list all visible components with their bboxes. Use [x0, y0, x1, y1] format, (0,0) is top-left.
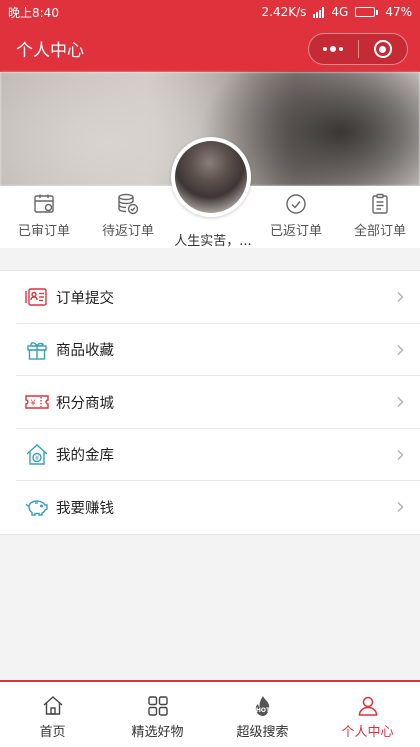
svg-text:¥: ¥	[35, 455, 39, 462]
menu-item-label: 订单提交	[56, 290, 114, 307]
clipboard-icon	[372, 193, 388, 214]
grid-icon	[147, 696, 168, 716]
coin-stack-icon	[118, 193, 139, 215]
battery-percent: 47%	[385, 5, 412, 19]
svg-text:¥: ¥	[30, 399, 35, 408]
status-bar: 晚上8:40 2.42K/s 4G 47%	[0, 0, 420, 24]
order-shortcut-all[interactable]: 全部订单	[338, 192, 420, 239]
id-card-icon	[25, 288, 47, 306]
menu-list: 订单提交 商品收藏 ¥ 积分商城 ¥ 我的金库 我要赚钱	[0, 270, 420, 535]
tab-profile[interactable]: 个人中心	[315, 682, 420, 747]
vault-house-icon: ¥	[26, 443, 48, 465]
network-speed: 2.42K/s	[261, 5, 307, 19]
tab-label: 首页	[39, 725, 66, 740]
more-button[interactable]	[309, 34, 358, 64]
close-miniprogram-button[interactable]	[359, 34, 408, 64]
tab-bar: 首页 精选好物 HOT 超级搜索 个人中心	[0, 680, 420, 747]
calendar-icon	[34, 194, 54, 213]
chevron-right-icon	[397, 502, 404, 513]
username: 人生实苦，...	[174, 234, 252, 249]
menu-item-favorites[interactable]: 商品收藏	[0, 324, 420, 377]
mini-program-capsule	[308, 33, 408, 65]
tab-featured[interactable]: 精选好物	[105, 682, 210, 747]
tab-home[interactable]: 首页	[0, 682, 105, 747]
order-shortcut-label: 全部订单	[353, 224, 406, 239]
menu-item-label: 商品收藏	[56, 343, 114, 360]
avatar[interactable]	[171, 137, 251, 217]
tab-super-search[interactable]: HOT 超级搜索	[210, 682, 315, 747]
order-shortcut-label: 已审订单	[17, 224, 70, 239]
signal-icon	[313, 6, 325, 18]
network-type: 4G	[331, 5, 349, 19]
order-shortcut-reviewed[interactable]: 已审订单	[2, 192, 86, 239]
order-shortcut-label: 已返订单	[269, 224, 322, 239]
target-icon	[373, 40, 392, 58]
order-shortcut-pending[interactable]: 待返订单	[86, 192, 170, 239]
nav-bar: 个人中心	[0, 24, 420, 72]
chevron-right-icon	[397, 449, 404, 460]
tab-label: 超级搜索	[236, 725, 289, 740]
svg-text:HOT: HOT	[255, 707, 270, 714]
order-shortcut-returned[interactable]: 已返订单	[254, 192, 338, 239]
menu-item-label: 积分商城	[56, 395, 114, 412]
page-title: 个人中心	[16, 40, 84, 61]
menu-item-order-submit[interactable]: 订单提交	[0, 271, 420, 324]
avatar-image	[175, 141, 247, 213]
piggy-bank-icon	[25, 500, 48, 516]
home-icon	[43, 696, 62, 715]
menu-item-points-mall[interactable]: ¥ 积分商城	[0, 376, 420, 429]
check-circle-icon	[286, 194, 306, 214]
menu-item-label: 我的金库	[56, 448, 114, 465]
user-icon	[358, 696, 377, 716]
order-shortcut-label: 待返订单	[101, 224, 154, 239]
chevron-right-icon	[397, 292, 404, 303]
chevron-right-icon	[397, 344, 404, 355]
menu-item-vault[interactable]: ¥ 我的金库	[0, 429, 420, 482]
hot-icon: HOT	[255, 696, 271, 716]
tab-label: 精选好物	[131, 725, 184, 740]
status-time: 晚上8:40	[8, 5, 59, 20]
battery-icon	[355, 7, 379, 17]
menu-item-label: 我要赚钱	[56, 500, 114, 517]
menu-item-earn-money[interactable]: 我要赚钱	[0, 481, 420, 534]
coupon-icon: ¥	[25, 395, 49, 409]
chevron-right-icon	[397, 397, 404, 408]
more-dots-icon	[323, 46, 344, 52]
gift-icon	[27, 341, 47, 360]
status-indicators: 2.42K/s 4G 47%	[262, 5, 413, 19]
tab-label: 个人中心	[341, 725, 394, 740]
